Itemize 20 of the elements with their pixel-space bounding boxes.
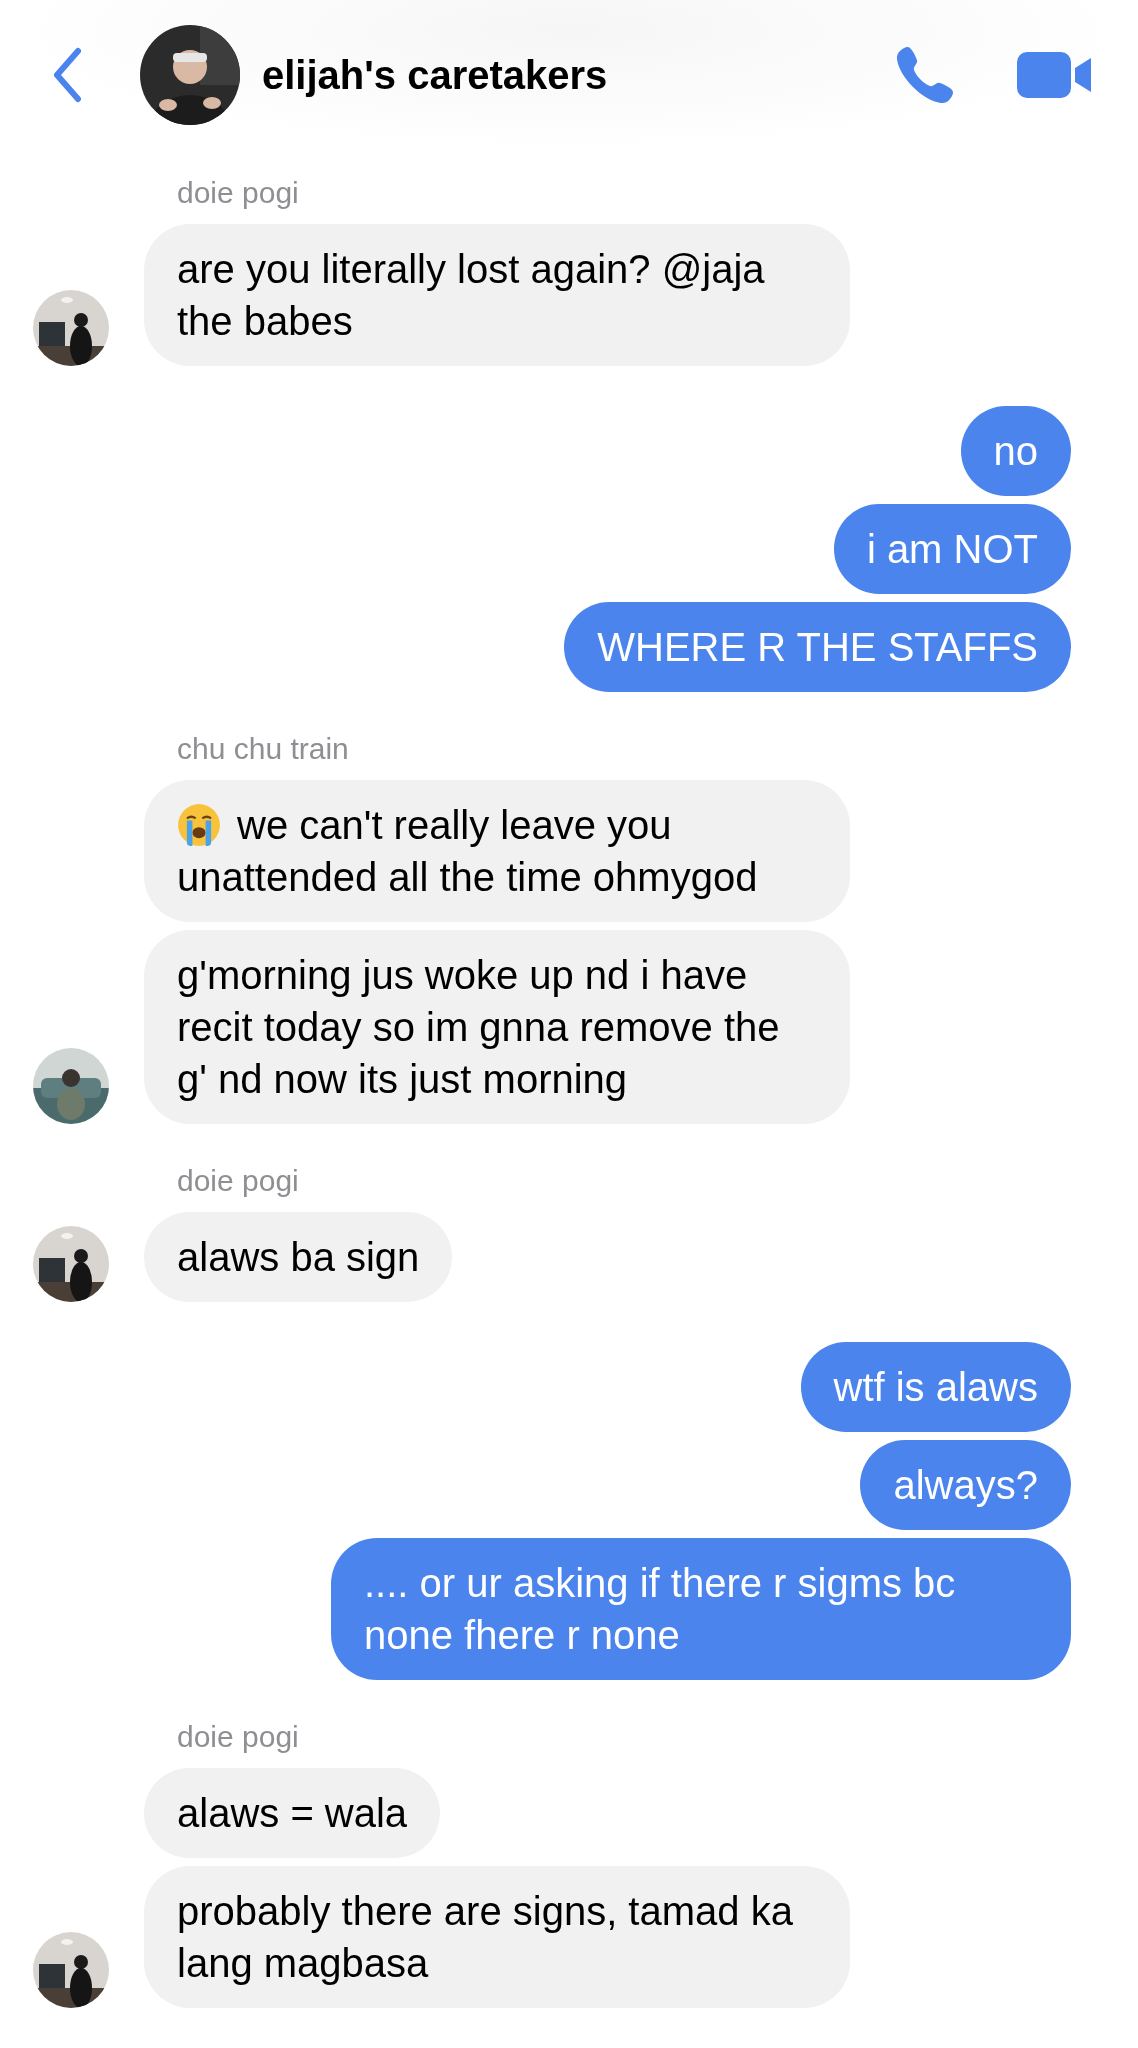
message-bubble: probably there are signs, tamad ka lang magbasa [144,1866,850,2008]
message-bubble: are you literally lost again? @jaja the babes [144,224,850,366]
message-bubble: alaws ba sign [144,1212,453,1302]
message-bubble: no [960,406,1071,496]
message-bubble: g'morning jus woke up nd i have recit today so im gnna remove the g' nd now its just morning [144,930,850,1124]
chat-title[interactable]: elijah's caretakers [262,52,608,98]
message-bubble: always? [860,1440,1071,1530]
message-bubble: WHERE R THE STAFFS [564,602,1071,692]
message-bubble: .... or ur asking if there r sigms bc none fhere r none [331,1538,1071,1680]
message-bubble: alaws = wala [144,1768,441,1858]
message-bubble: we can't really leave you unattended all the time ohmygod [144,780,850,922]
video-camera-icon[interactable] [1017,50,1093,100]
sender-name: doie pogi [177,176,300,210]
sender-name: chu chu train [177,732,350,766]
crying-face-icon [177,803,221,847]
message-bubble: i am NOT [833,504,1071,594]
sender-name: doie pogi [177,1720,300,1754]
back-icon[interactable] [52,47,82,103]
sender-name: doie pogi [177,1164,300,1198]
message-bubble: wtf is alaws [800,1342,1071,1432]
